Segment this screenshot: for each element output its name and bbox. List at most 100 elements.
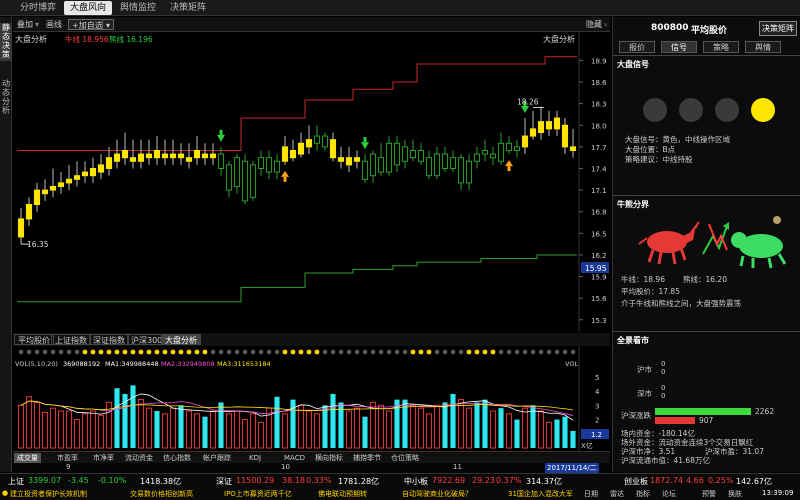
candle <box>17 218 25 238</box>
tab-market-direction[interactable]: 大盘风向 <box>64 1 113 15</box>
volume-bar <box>562 416 568 448</box>
tab-fishing-season[interactable]: 捕捞季节 <box>353 453 381 463</box>
signal-dot <box>546 349 552 355</box>
overlay-button[interactable]: 叠加 <box>17 19 33 30</box>
up-count-bar <box>655 408 751 415</box>
volume-bar <box>442 402 448 448</box>
indicator-tabs: 成交量 市盈率 市净率 流动资金 信心指数 帐户跟踪 KDJ MACD 横向指标… <box>13 451 610 463</box>
volume-bar <box>457 399 465 449</box>
news-item[interactable]: 31国企加入混改大军 <box>508 489 573 499</box>
date-icon[interactable]: 日期 <box>584 489 598 499</box>
candle <box>241 160 249 202</box>
bear-value: 熊线：16.20 <box>683 275 727 284</box>
tab-macd[interactable]: MACD <box>284 453 305 463</box>
volume-bar <box>322 405 328 448</box>
right-tabs: 报价 信号 策略 舆情 <box>619 41 795 53</box>
bull-value: 牛线：18.96 <box>621 275 665 284</box>
tab-time-game[interactable]: 分时博弈 <box>14 1 62 15</box>
y-tick-label: 16.2 <box>591 252 607 260</box>
forum-icon[interactable]: 论坛 <box>662 489 676 499</box>
tab-sh-index[interactable]: 上证指数 <box>51 334 91 345</box>
indicator-icon[interactable]: 指标 <box>636 489 650 499</box>
signal-dot <box>370 349 376 355</box>
radar-icon[interactable]: 雷达 <box>610 489 624 499</box>
tab-position-strategy[interactable]: 仓位策略 <box>391 453 419 463</box>
tab-market-analysis[interactable]: 大盘分析 <box>161 334 201 345</box>
sh-change: -3.45 <box>68 476 89 485</box>
watchlist-dropdown-icon[interactable]: ▾ <box>102 19 115 30</box>
signal-dot <box>162 349 168 355</box>
signal-dot <box>122 349 128 355</box>
chart-title-left: 大盘分析 <box>15 34 47 44</box>
sz-amount: 1781.28亿 <box>338 477 380 486</box>
tab-avg-price[interactable]: 平均股价 <box>14 334 54 345</box>
volume-bar <box>297 404 305 449</box>
candlestick-chart[interactable]: 18.9 18.6 18.3 18.0 17.7 17.4 17.1 16.8 16.5 16.2… <box>13 32 610 332</box>
sh-value: 3399.07 <box>28 476 62 485</box>
candle <box>265 157 273 173</box>
tab-confidence[interactable]: 信心指数 <box>163 453 191 463</box>
tab-decision-matrix[interactable]: 决策矩阵 <box>164 1 212 15</box>
skin-icon[interactable]: 换肤 <box>728 489 742 499</box>
volume-bar <box>281 413 289 449</box>
chevron-down-icon[interactable]: ▾ <box>35 19 39 30</box>
news-item[interactable]: 建立投资者保护长效机制 <box>10 489 87 499</box>
up-down-label: 沪深涨跌 <box>621 411 651 420</box>
hide-button[interactable]: 隐藏 <box>586 19 602 30</box>
sidebar-item-static[interactable]: 静态决策 <box>0 23 12 61</box>
tab-pb[interactable]: 市净率 <box>93 453 114 463</box>
zx-pct: 0.37% <box>496 476 522 485</box>
y-tick-label: 16.5 <box>591 230 607 238</box>
vol-unit: X亿 <box>581 441 593 450</box>
market-overview-section: 全景看市 沪市 0 0 深市 0 0 沪深涨跌 2262 907 场内资金：-1… <box>613 331 800 472</box>
volume-panel[interactable]: VOL(5,10,20) 369088192 MA1:349988448 MA2… <box>13 346 610 451</box>
signal-dot <box>50 349 56 355</box>
tab-sentiment-right[interactable]: 舆情 <box>745 41 781 53</box>
tab-sz-index[interactable]: 深证指数 <box>89 334 129 345</box>
tab-strategy[interactable]: 策略 <box>703 41 739 53</box>
candle <box>33 189 41 206</box>
alert-icon[interactable]: 预警 <box>702 489 716 499</box>
zx-change: 29.23 <box>472 476 495 485</box>
candle <box>89 167 97 177</box>
y-tick-label: 17.1 <box>591 187 607 195</box>
volume-bar <box>233 410 241 449</box>
add-watchlist-button[interactable]: +加自选 <box>68 19 107 30</box>
tab-account-tracking[interactable]: 帐户跟踪 <box>203 453 231 463</box>
news-item[interactable]: 佛电联动预期转 <box>318 489 367 499</box>
news-item[interactable]: 交易数价格相创新高 <box>130 489 193 499</box>
volume-bar <box>193 413 201 449</box>
decision-matrix-button[interactable]: 决策矩阵 <box>759 21 797 36</box>
volume-bar <box>554 419 560 448</box>
fund-line: 沪深市盈：31.07 <box>705 447 764 456</box>
tab-signal[interactable]: 信号 <box>661 41 697 53</box>
volume-bar <box>81 413 89 449</box>
vol-y-tick-label: 4 <box>595 388 600 396</box>
volume-bar <box>409 404 417 449</box>
sell-arrow-icon <box>363 137 367 143</box>
draw-line-button[interactable]: 画线 <box>46 19 62 30</box>
vol-ma1: MA1:349988448 <box>105 360 159 368</box>
y-tick-label: 15.3 <box>591 317 607 325</box>
tab-sentiment[interactable]: 舆情监控 <box>114 1 162 15</box>
sidebar-item-dynamic[interactable]: 动态分析 <box>0 79 12 117</box>
volume-bar <box>185 410 193 449</box>
candle <box>105 157 113 169</box>
signal-dot <box>338 349 344 355</box>
candle <box>473 153 481 162</box>
tab-volume[interactable]: 成交量 <box>14 453 41 463</box>
zx-label: 中小板 <box>404 477 428 486</box>
chevron-right-icon[interactable]: › <box>604 19 607 30</box>
tab-horizontal[interactable]: 横向指标 <box>315 453 343 463</box>
signal-dot <box>498 349 504 355</box>
news-item[interactable]: IPO上市募资近两千亿 <box>224 489 292 499</box>
tab-pe[interactable]: 市盈率 <box>57 453 78 463</box>
tab-kdj[interactable]: KDJ <box>249 453 261 463</box>
stock-code: 800800 <box>651 23 689 33</box>
tab-quote[interactable]: 报价 <box>619 41 655 53</box>
y-tick-label: 15.6 <box>591 295 607 303</box>
news-item[interactable]: 自动驾驶商业化破局？ <box>402 489 472 499</box>
signal-dot <box>482 349 488 355</box>
tab-flow-funds[interactable]: 流动资金 <box>125 453 153 463</box>
vol-value: 369088192 <box>63 360 100 368</box>
